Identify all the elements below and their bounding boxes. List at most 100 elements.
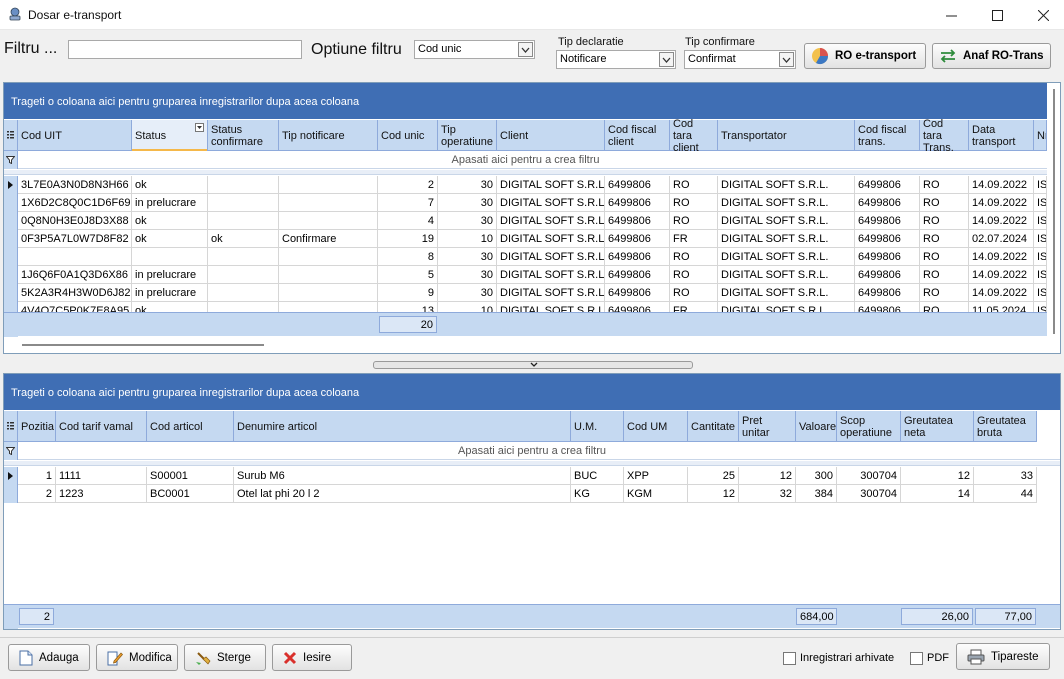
table-cell[interactable]: 5K2A3R4H3W0D6J82 [18, 284, 132, 302]
table-cell[interactable]: DIGITAL SOFT S.R.L. [497, 176, 605, 194]
row-indicator[interactable] [4, 467, 18, 485]
table-cell[interactable]: KG [571, 485, 624, 503]
table-cell[interactable]: 1223 [56, 485, 147, 503]
table-cell[interactable]: 6499806 [855, 284, 920, 302]
column-header[interactable]: Transportator [718, 120, 855, 151]
table-cell[interactable]: 30 [438, 266, 497, 284]
table-cell[interactable]: DIGITAL SOFT S.R.L. [718, 176, 855, 194]
table-cell[interactable]: 14.09.2022 [969, 194, 1034, 212]
table-cell[interactable]: RO [920, 194, 969, 212]
table-row[interactable]: 8 30 DIGITAL SOFT S.R.L. 6499806 RO DIGITAL S… [4, 248, 1047, 266]
column-header[interactable]: Scop operatiune [837, 411, 901, 442]
column-header[interactable]: Status confirmare [208, 120, 279, 151]
table-cell[interactable]: 6499806 [605, 230, 670, 248]
table-cell[interactable]: 30 [438, 284, 497, 302]
table-cell[interactable]: 1J6Q6F0A1Q3D6X86 [18, 266, 132, 284]
table-cell[interactable]: DIGITAL SOFT S.R.L. [718, 284, 855, 302]
table-cell[interactable]: 1X6D2C8Q0C1D6F69 [18, 194, 132, 212]
table-cell[interactable]: 02.07.2024 [969, 230, 1034, 248]
chevron-down-icon[interactable] [518, 42, 533, 57]
table-row[interactable]: 0F3P5A7L0W7D8F82 ok ok Confirmare 19 10 DIGITA… [4, 230, 1047, 248]
table-cell[interactable]: 6499806 [855, 266, 920, 284]
column-header[interactable]: Pret unitar [739, 411, 796, 442]
table-row[interactable]: 3L7E0A3N0D8N3H66 ok 2 30 DIGITAL SOFT S.R.L.… [4, 176, 1047, 194]
table-cell[interactable]: RO [670, 248, 718, 266]
table-cell[interactable] [208, 248, 279, 266]
column-header[interactable]: Cod UM [624, 411, 688, 442]
column-header[interactable]: Cod fiscal client [605, 120, 670, 151]
column-header[interactable]: Cod tara client [670, 118, 718, 154]
table-cell[interactable]: 300704 [837, 485, 901, 503]
table-cell[interactable]: 9 [378, 284, 438, 302]
table-row[interactable]: 2 1223 BC0001 Otel lat phi 20 l 2 KG KGM 12 32 3… [4, 485, 1037, 503]
table-cell[interactable]: 30 [438, 176, 497, 194]
table-cell[interactable]: ok [208, 230, 279, 248]
table-cell[interactable]: KGM [624, 485, 688, 503]
table-cell[interactable]: 44 [974, 485, 1037, 503]
table-cell[interactable]: 14.09.2022 [969, 176, 1034, 194]
table-cell[interactable]: RO [670, 194, 718, 212]
filter-option-select[interactable]: Cod unic [414, 40, 535, 59]
table-cell[interactable]: DIGITAL SOFT S.R.L. [497, 266, 605, 284]
table-cell[interactable]: IS [1034, 248, 1047, 266]
column-chooser-icon[interactable] [4, 120, 18, 151]
table-cell[interactable]: RO [670, 176, 718, 194]
column-header[interactable]: Client [497, 120, 605, 151]
table-cell[interactable]: 12 [688, 485, 739, 503]
scrollbar-thumb[interactable] [1053, 89, 1055, 334]
table-cell[interactable] [18, 248, 132, 266]
table-row[interactable]: 1J6Q6F0A1Q3D6X86 in prelucrare 5 30 DIGITAL … [4, 266, 1047, 284]
column-header-sorted[interactable]: Status [132, 120, 208, 151]
splitter-handle[interactable] [373, 361, 693, 369]
pdf-checkbox[interactable] [910, 652, 923, 665]
table-cell[interactable]: S00001 [147, 467, 234, 485]
column-header[interactable]: Greutatea bruta [974, 411, 1037, 442]
table-cell[interactable] [208, 284, 279, 302]
anaf-ro-trans-button[interactable]: Anaf RO-Trans [932, 43, 1051, 69]
table-cell[interactable]: 2 [378, 176, 438, 194]
table-cell[interactable]: in prelucrare [132, 194, 208, 212]
table-cell[interactable] [279, 266, 378, 284]
table-row[interactable]: 0Q8N0H3E0J8D3X88 ok 4 30 DIGITAL SOFT S.R.L.… [4, 212, 1047, 230]
table-cell[interactable]: 0Q8N0H3E0J8D3X88 [18, 212, 132, 230]
table-cell[interactable]: 6499806 [855, 176, 920, 194]
row-indicator[interactable] [4, 176, 18, 194]
table-cell[interactable] [279, 194, 378, 212]
row-indicator[interactable] [4, 194, 18, 212]
table-cell[interactable]: Otel lat phi 20 l 2 [234, 485, 571, 503]
table-cell[interactable] [208, 212, 279, 230]
arhivate-checkbox[interactable] [783, 652, 796, 665]
row-indicator[interactable] [4, 248, 18, 266]
row-indicator[interactable] [4, 266, 18, 284]
table-cell[interactable]: 12 [901, 467, 974, 485]
table-cell[interactable]: IS [1034, 284, 1047, 302]
adauga-button[interactable]: Adauga [8, 644, 90, 671]
table-cell[interactable]: RO [920, 230, 969, 248]
table-cell[interactable]: XPP [624, 467, 688, 485]
table-row[interactable]: 1X6D2C8Q0C1D6F69 in prelucrare 7 30 DIGITAL … [4, 194, 1047, 212]
iesire-button[interactable]: Iesire [272, 644, 352, 671]
table-cell[interactable]: 6499806 [855, 248, 920, 266]
table-cell[interactable]: 5 [378, 266, 438, 284]
table-cell[interactable]: DIGITAL SOFT S.R.L. [718, 212, 855, 230]
table-cell[interactable]: IS [1034, 194, 1047, 212]
column-header[interactable]: Valoare [796, 411, 837, 442]
table-cell[interactable]: IS [1034, 176, 1047, 194]
table-row[interactable]: 5K2A3R4H3W0D6J82 in prelucrare 9 30 DIGITAL … [4, 284, 1047, 302]
row-indicator[interactable] [4, 284, 18, 302]
table-cell[interactable] [279, 212, 378, 230]
table-cell[interactable]: RO [670, 266, 718, 284]
filter-row[interactable]: Apasati aici pentru a crea filtru [4, 442, 1060, 460]
tip-declaratie-select[interactable]: Notificare [556, 50, 676, 69]
table-cell[interactable]: 2 [18, 485, 56, 503]
table-cell[interactable]: DIGITAL SOFT S.R.L. [497, 212, 605, 230]
column-header[interactable]: Cod unic [378, 120, 438, 151]
column-header[interactable]: U.M. [571, 411, 624, 442]
column-header[interactable]: Cod UIT [18, 120, 132, 151]
table-cell[interactable]: 12 [739, 467, 796, 485]
column-header[interactable]: Tip notificare [279, 120, 378, 151]
column-header[interactable]: Greutatea neta [901, 411, 974, 442]
table-cell[interactable]: 4 [378, 212, 438, 230]
table-cell[interactable]: 6499806 [605, 176, 670, 194]
chevron-down-icon[interactable] [659, 52, 674, 67]
